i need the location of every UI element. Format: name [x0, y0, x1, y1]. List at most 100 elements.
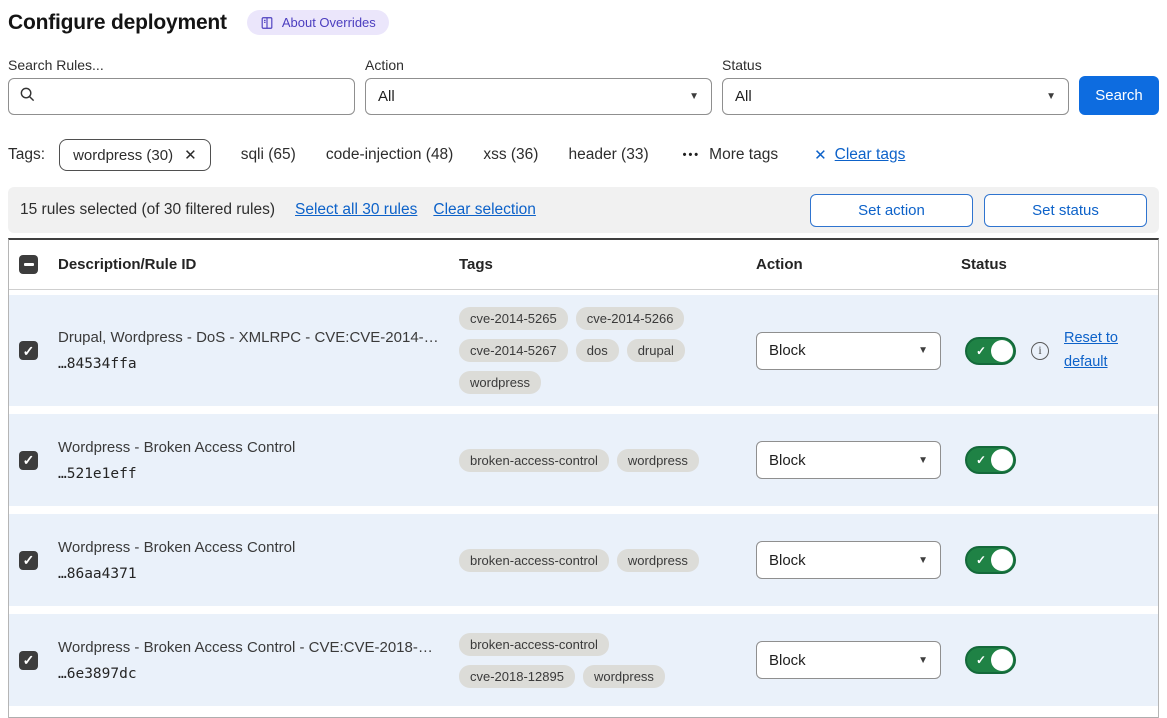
set-status-button[interactable]: Set status [984, 194, 1147, 227]
rule-description: Wordpress - Broken Access Control [58, 539, 459, 556]
check-mark: ✓ [23, 453, 35, 467]
select-all-rules-link[interactable]: Select all 30 rules [295, 201, 417, 219]
page-header: Configure deployment About Overrides [8, 10, 1159, 35]
search-rules-label: Search Rules... [8, 57, 355, 73]
status-toggle-on[interactable]: ✓ [965, 646, 1016, 674]
rule-tags: broken-access-controlwordpress [459, 449, 719, 472]
action-filter-label: Action [365, 57, 712, 73]
tag-option-code-injection[interactable]: code-injection (48) [326, 146, 454, 164]
tag-pill: dos [576, 339, 619, 362]
check-mark: ✓ [23, 553, 35, 567]
tags-bar: Tags: wordpress (30) ✕ sqli (65) code-in… [8, 139, 1159, 171]
rule-action-value: Block [769, 552, 806, 569]
tag-pill: cve-2014-5266 [576, 307, 685, 330]
reset-to-default-link[interactable]: Reset to default [1064, 327, 1128, 375]
tag-option-header[interactable]: header (33) [568, 146, 648, 164]
rules-table: Description/Rule ID Tags Action Status ✓… [8, 238, 1159, 718]
rule-status-cell: ✓ [961, 446, 1158, 474]
chevron-down-icon: ▼ [918, 345, 928, 356]
table-row: ✓ Wordpress - Broken Access Control …521… [9, 414, 1158, 506]
select-all-checkbox[interactable] [19, 255, 38, 274]
table-row: ✓ Wordpress - Broken Access Control …86a… [9, 514, 1158, 606]
chevron-down-icon: ▼ [918, 455, 928, 466]
rule-description-cell: Drupal, Wordpress - DoS - XMLRPC - CVE:C… [58, 329, 459, 372]
tag-option-xss[interactable]: xss (36) [483, 146, 538, 164]
about-overrides-badge[interactable]: About Overrides [247, 10, 389, 35]
selection-summary: 15 rules selected (of 30 filtered rules) [20, 201, 275, 219]
next-row-edge [9, 714, 1158, 718]
chevron-down-icon: ▼ [918, 555, 928, 566]
configure-deployment-page: Configure deployment About Overrides Sea… [0, 0, 1167, 718]
search-input-wrap[interactable] [8, 78, 355, 115]
tag-pill: broken-access-control [459, 549, 609, 572]
toggle-knob [991, 340, 1013, 362]
indeterminate-mark [24, 263, 34, 266]
rule-action-select[interactable]: Block ▼ [756, 541, 941, 579]
tag-options: sqli (65) code-injection (48) xss (36) h… [211, 146, 649, 164]
tag-pill: cve-2014-5265 [459, 307, 568, 330]
status-filter-value: All [735, 88, 752, 105]
rule-description: Drupal, Wordpress - DoS - XMLRPC - CVE:C… [58, 329, 459, 346]
rule-id: …84534ffa [58, 356, 459, 372]
row-checkbox[interactable]: ✓ [19, 341, 38, 360]
check-mark: ✓ [976, 345, 986, 357]
table-body: ✓ Drupal, Wordpress - DoS - XMLRPC - CVE… [9, 295, 1158, 706]
rule-action-select[interactable]: Block ▼ [756, 332, 941, 370]
rule-tags: broken-access-control wordpress [459, 549, 719, 572]
check-mark: ✓ [23, 344, 35, 358]
status-filter-field: Status All ▼ [722, 57, 1069, 115]
tag-pill: cve-2018-12895 [459, 665, 575, 688]
status-toggle-on[interactable]: ✓ [965, 546, 1016, 574]
selected-tag-chip-wordpress[interactable]: wordpress (30) ✕ [59, 139, 211, 171]
info-icon[interactable]: i [1031, 342, 1049, 360]
check-mark: ✓ [976, 654, 986, 666]
status-toggle-on[interactable]: ✓ [965, 337, 1016, 365]
rule-description: Wordpress - Broken Access Control - CVE:… [58, 639, 459, 656]
tags-label: Tags: [8, 146, 45, 164]
tag-option-sqli[interactable]: sqli (65) [241, 146, 296, 164]
tag-pill: cve-2014-5267 [459, 339, 568, 362]
action-filter-field: Action All ▼ [365, 57, 712, 115]
tag-pill: wordpress [459, 371, 541, 394]
action-filter-select[interactable]: All ▼ [365, 78, 712, 115]
x-icon: ✕ [814, 146, 827, 164]
toggle-knob [991, 549, 1013, 571]
tag-pill: wordpress [617, 549, 699, 572]
rule-action-value: Block [769, 652, 806, 669]
clear-selection-link[interactable]: Clear selection [433, 201, 536, 219]
rule-description: Wordpress - Broken Access Control [58, 439, 459, 456]
search-input[interactable] [44, 88, 344, 105]
toggle-knob [991, 449, 1013, 471]
remove-tag-x-icon[interactable]: ✕ [184, 146, 197, 164]
row-checkbox[interactable]: ✓ [19, 551, 38, 570]
chevron-down-icon: ▼ [918, 655, 928, 666]
clear-tags-link[interactable]: ✕ Clear tags [814, 146, 905, 164]
more-tags-label: More tags [709, 146, 778, 164]
action-filter-value: All [378, 88, 395, 105]
table-row: ✓ Wordpress - Broken Access Control - CV… [9, 614, 1158, 706]
row-checkbox[interactable]: ✓ [19, 451, 38, 470]
rule-description-cell: Wordpress - Broken Access Control - CVE:… [58, 639, 459, 682]
about-overrides-label: About Overrides [282, 15, 376, 30]
rule-action-select[interactable]: Block ▼ [756, 641, 941, 679]
row-checkbox[interactable]: ✓ [19, 651, 38, 670]
rule-action-select[interactable]: Block ▼ [756, 441, 941, 479]
more-tags-button[interactable]: ••• More tags [683, 146, 778, 164]
rule-description-cell: Wordpress - Broken Access Control …86aa4… [58, 539, 459, 582]
status-filter-select[interactable]: All ▼ [722, 78, 1069, 115]
column-header-status: Status [961, 256, 1158, 273]
rule-description-cell: Wordpress - Broken Access Control …521e1… [58, 439, 459, 482]
clear-tags-label: Clear tags [835, 146, 906, 164]
rule-action-value: Block [769, 342, 806, 359]
search-icon [19, 86, 36, 108]
status-toggle-on[interactable]: ✓ [965, 446, 1016, 474]
table-header-row: Description/Rule ID Tags Action Status [9, 240, 1158, 290]
check-mark: ✓ [23, 653, 35, 667]
search-button[interactable]: Search [1079, 76, 1159, 115]
filters-row: Search Rules... Action All ▼ Status [8, 57, 1159, 115]
column-header-tags: Tags [459, 256, 756, 273]
set-action-button[interactable]: Set action [810, 194, 973, 227]
rule-status-cell: ✓ [961, 546, 1158, 574]
rule-tags: cve-2014-5265 cve-2014-5266 cve-2014-5267 d… [459, 307, 719, 394]
check-mark: ✓ [976, 454, 986, 466]
